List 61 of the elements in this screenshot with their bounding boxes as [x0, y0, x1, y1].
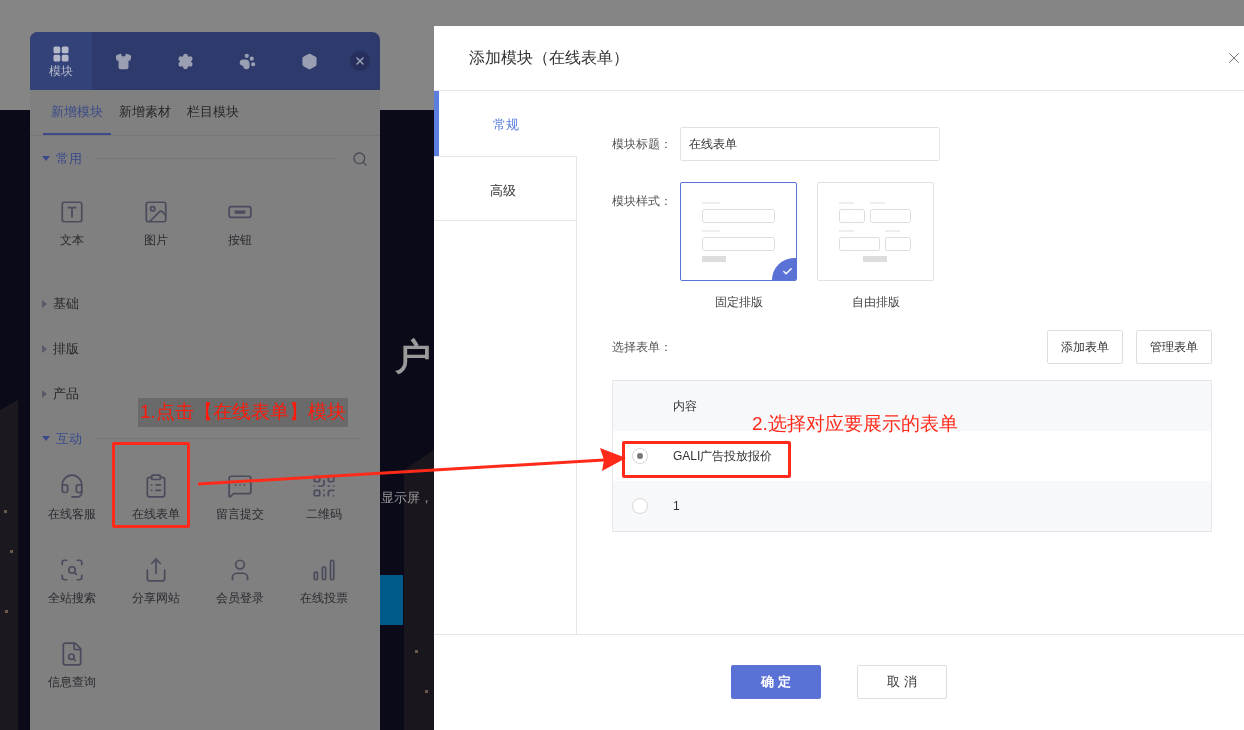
module-item[interactable]: 在线投票 — [292, 555, 356, 609]
section-header[interactable]: 常用 — [42, 148, 82, 169]
module-item[interactable]: 二维码 — [292, 471, 356, 525]
settings-icon — [176, 52, 194, 70]
qr-code-icon — [311, 473, 337, 499]
close-icon — [354, 55, 366, 67]
radio-button[interactable] — [632, 498, 648, 514]
bar-chart-icon — [311, 557, 337, 583]
module-item[interactable]: 文本 — [40, 197, 104, 251]
module-item[interactable]: 会员登录 — [208, 555, 272, 609]
sub-tab[interactable]: 栏目模块 — [179, 90, 247, 135]
close-button[interactable] — [350, 51, 370, 71]
hero-text: 显示屏， — [381, 489, 433, 507]
module-item[interactable]: 在线客服 — [40, 471, 104, 525]
layout-option-label: 自由排版 — [851, 294, 900, 311]
section-header[interactable]: 互动 — [42, 428, 82, 449]
annotation-text: 1.点击【在线表单】模块 — [138, 398, 348, 427]
column-header: 内容 — [673, 398, 697, 415]
module-item[interactable]: 全站搜索 — [40, 555, 104, 609]
module-item[interactable]: 在线表单 — [124, 471, 188, 525]
image-icon — [143, 199, 169, 225]
sub-tab[interactable]: 新增模块 — [43, 90, 111, 135]
panel-tab[interactable]: 模块 — [30, 32, 92, 90]
field-label: 模块标题： — [612, 136, 672, 153]
document-search-icon — [59, 641, 85, 667]
search-icon[interactable] — [352, 150, 368, 167]
clipboard-icon — [143, 473, 169, 499]
search-icon — [59, 557, 85, 583]
module-title-field[interactable]: 在线表单 — [680, 127, 940, 161]
radio-button[interactable] — [632, 448, 648, 464]
module-item[interactable]: 留言提交 — [208, 471, 272, 525]
form-action-button[interactable]: 添加表单 — [1047, 330, 1123, 364]
section-header[interactable]: 排版 — [42, 338, 79, 359]
section-header[interactable]: 产品 — [42, 383, 79, 404]
text-icon — [59, 199, 85, 225]
table-cell-text: GALI广告投放报价 — [673, 448, 773, 465]
form-action-button[interactable]: 管理表单 — [1136, 330, 1212, 364]
grid-icon — [52, 45, 70, 63]
cancel-button[interactable]: 取 消 — [857, 664, 947, 699]
section-header[interactable]: 基础 — [42, 293, 79, 314]
headset-icon — [59, 473, 85, 499]
module-item[interactable]: 分享网站 — [124, 555, 188, 609]
confirm-button[interactable]: 确 定 — [731, 664, 821, 699]
dialog-title: 添加模块（在线表单） — [469, 48, 629, 68]
table-cell-text: 1 — [673, 498, 680, 515]
side-tab[interactable]: 常规 — [434, 91, 577, 156]
side-tab[interactable]: 高级 — [434, 156, 576, 221]
field-label: 选择表单： — [612, 339, 672, 356]
hero-heading: 户 — [395, 335, 431, 379]
layout-option-label: 固定排版 — [714, 294, 763, 311]
check-badge — [772, 258, 796, 280]
layout-option[interactable] — [680, 182, 797, 281]
module-item[interactable]: 按钮 — [208, 197, 272, 251]
field-label: 模块样式： — [612, 193, 672, 210]
paw-icon — [238, 52, 256, 70]
share-icon — [143, 557, 169, 583]
shirt-icon — [114, 52, 132, 70]
message-icon — [227, 473, 253, 499]
module-item[interactable]: 图片 — [124, 197, 188, 251]
sub-tab[interactable]: 新增素材 — [111, 90, 179, 135]
module-item[interactable]: 信息查询 — [40, 639, 104, 693]
